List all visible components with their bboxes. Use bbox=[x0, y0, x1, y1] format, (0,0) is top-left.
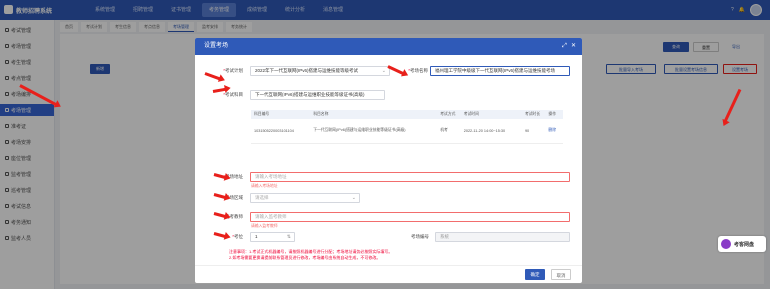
watermark-logo-icon bbox=[721, 239, 731, 249]
address-input[interactable]: 请输入考场地址 bbox=[250, 172, 570, 182]
table-cell-mode: 机考 bbox=[437, 119, 461, 144]
dialog-header: 设置考场 ⤢ ✕ bbox=[195, 38, 582, 55]
column-header: 考试时长 bbox=[521, 110, 546, 119]
table-cell-time: 2022-11-20 14:00~15:30 bbox=[460, 119, 522, 144]
plan-select[interactable]: 2022年下一代互联网(IPv6)搭建与运维技能等级考试 ⌄ bbox=[250, 66, 390, 76]
table-cell-code: 1031505220003101104 bbox=[251, 119, 311, 144]
chevron-down-icon: ⌄ bbox=[351, 195, 356, 201]
column-header: 操作 bbox=[545, 110, 563, 119]
room-no-label: 考场编号 bbox=[411, 234, 429, 239]
maximize-icon[interactable]: ⤢ bbox=[562, 38, 567, 55]
table-cell-name: 下一代互联网(IPv6)搭建与运维职业技能等级证书(高级) bbox=[310, 119, 438, 144]
seats-stepper[interactable]: 1 ⇅ bbox=[250, 232, 295, 242]
cancel-button[interactable]: 取消 bbox=[551, 269, 571, 280]
subject-tag[interactable]: 下一代互联网(IPv6)搭建与运维职业技能等级证书(高级) bbox=[250, 90, 385, 100]
column-header: 科目名称 bbox=[310, 110, 438, 119]
address-error: 请输入考场地址 bbox=[251, 184, 278, 188]
column-header: 科目编号 bbox=[251, 110, 311, 119]
watermark-badge: 考客网盘 bbox=[718, 236, 766, 252]
table-row: 1031505220003101104 下一代互联网(IPv6)搭建与运维职业技能… bbox=[251, 119, 563, 144]
teacher-input[interactable]: 请输入监考教师 bbox=[250, 212, 570, 222]
stepper-icon: ⇅ bbox=[286, 234, 291, 240]
notes: 注意事项：1.考试正式机器编号，请按照机器编号进行分配；考场地址请务必按照实际填… bbox=[229, 249, 392, 261]
note-line: 2.如考场需要更换请提前联系管理员进行修改，考场编号由系统自动生成，不可修改。 bbox=[229, 255, 381, 260]
subject-label: *考试科目 bbox=[223, 92, 243, 97]
close-icon[interactable]: ✕ bbox=[571, 38, 576, 55]
room-name-input[interactable]: 福州理工学院中级级下一代互联网(IPv6)搭建与运维技能考场 bbox=[430, 66, 570, 76]
column-header: 考试方式 bbox=[437, 110, 461, 119]
subject-table: 科目编号 科目名称 考试方式 考试时间 考试时长 操作 10315052200031011… bbox=[251, 110, 563, 160]
set-room-dialog: 设置考场 ⤢ ✕ *考试计划 2022年下一代互联网(IPv6)搭建与运维技能等… bbox=[195, 38, 582, 283]
table-cell-duration: 90 bbox=[521, 119, 546, 144]
dialog-title: 设置考场 bbox=[204, 43, 229, 49]
room-no-input: 系统 bbox=[435, 232, 570, 242]
table-cell-action[interactable]: 删除 bbox=[545, 119, 563, 144]
teacher-error: 请输入监考教师 bbox=[251, 224, 278, 228]
column-header: 考试时间 bbox=[460, 110, 522, 119]
area-select[interactable]: 请选择 ⌄ bbox=[250, 193, 360, 203]
confirm-button[interactable]: 确定 bbox=[525, 269, 545, 280]
dialog-footer: 确定 取消 bbox=[195, 265, 582, 283]
